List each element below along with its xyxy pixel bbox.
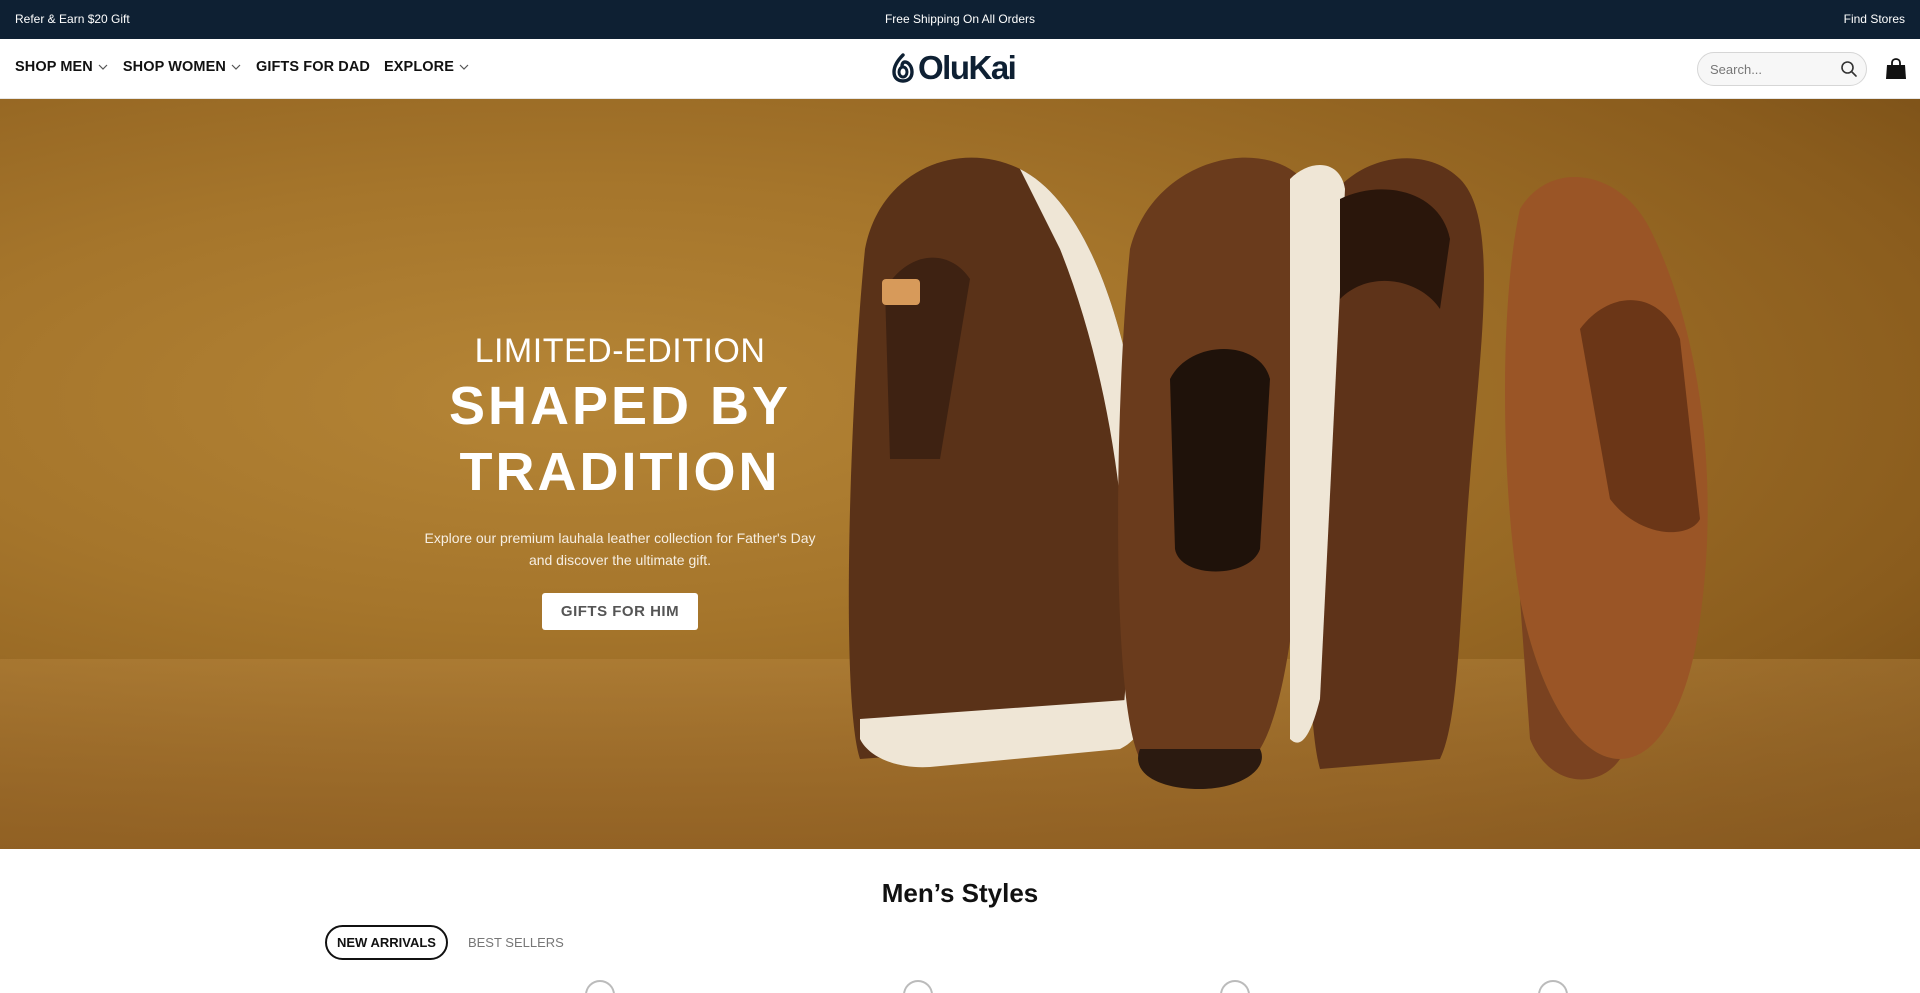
wishlist-heart-icon[interactable] [1538,980,1568,993]
shopping-bag-icon[interactable] [1885,57,1907,81]
chevron-down-icon [98,64,108,70]
chevron-down-icon [459,64,469,70]
product-tabs: NEW ARRIVALS BEST SELLERS [325,925,574,960]
site-header: SHOP MEN SHOP WOMEN GIFTS FOR DAD EXPLOR… [0,39,1920,99]
hero-headline: SHAPED BY TRADITION [410,373,830,505]
nav-gifts-for-dad[interactable]: GIFTS FOR DAD [256,59,370,75]
hero-headline-line2: TRADITION [459,442,781,502]
announcement-bar: Refer & Earn $20 Gift Free Shipping On A… [0,0,1920,39]
nav-label: SHOP MEN [15,59,93,75]
tab-best-sellers[interactable]: BEST SELLERS [458,927,574,958]
nav-shop-women[interactable]: SHOP WOMEN [123,59,242,75]
chevron-down-icon [231,64,241,70]
gifts-for-him-button[interactable]: GIFTS FOR HIM [541,593,699,630]
brand-logo[interactable]: OluKai [892,49,1017,86]
sandal-shape [1505,176,1708,780]
olukai-logo-mark-icon [892,53,914,83]
search-box [1697,52,1867,86]
hero-headline-line1: SHAPED BY [448,376,792,436]
nav-explore[interactable]: EXPLORE [384,59,470,75]
nav-shop-men[interactable]: SHOP MEN [15,59,109,75]
search-icon[interactable] [1840,60,1858,78]
hero-subtext-line2: and discover the ultimate gift. [528,552,712,568]
search-input[interactable] [1710,61,1838,77]
wishlist-heart-icon[interactable] [1220,980,1250,993]
hero-shoes-image [848,157,1708,789]
wishlist-heart-icon[interactable] [903,980,933,993]
hero-text-block: LIMITED-EDITION SHAPED BY TRADITION Expl… [410,331,830,630]
slipon-shape [1290,158,1484,769]
nav-label: EXPLORE [384,59,455,75]
refer-earn-link[interactable]: Refer & Earn $20 Gift [15,12,130,26]
hero-subtext-line1: Explore our premium lauhala leather coll… [424,530,816,546]
free-shipping-text: Free Shipping On All Orders [884,12,1036,26]
hero-banner: LIMITED-EDITION SHAPED BY TRADITION Expl… [0,99,1920,849]
hero-subtext: Explore our premium lauhala leather coll… [410,527,830,571]
sneaker-shape [848,157,1151,768]
tab-new-arrivals[interactable]: NEW ARRIVALS [325,925,448,960]
hero-eyebrow: LIMITED-EDITION [474,332,766,370]
nav-label: GIFTS FOR DAD [255,59,371,75]
wishlist-heart-icon[interactable] [585,980,615,993]
nav-label: SHOP WOMEN [122,59,226,75]
logo-wordmark: OluKai [918,49,1017,86]
find-stores-link[interactable]: Find Stores [1844,12,1905,26]
section-title: Men’s Styles [881,878,1039,908]
main-nav: SHOP MEN SHOP WOMEN GIFTS FOR DAD EXPLOR… [15,59,470,75]
